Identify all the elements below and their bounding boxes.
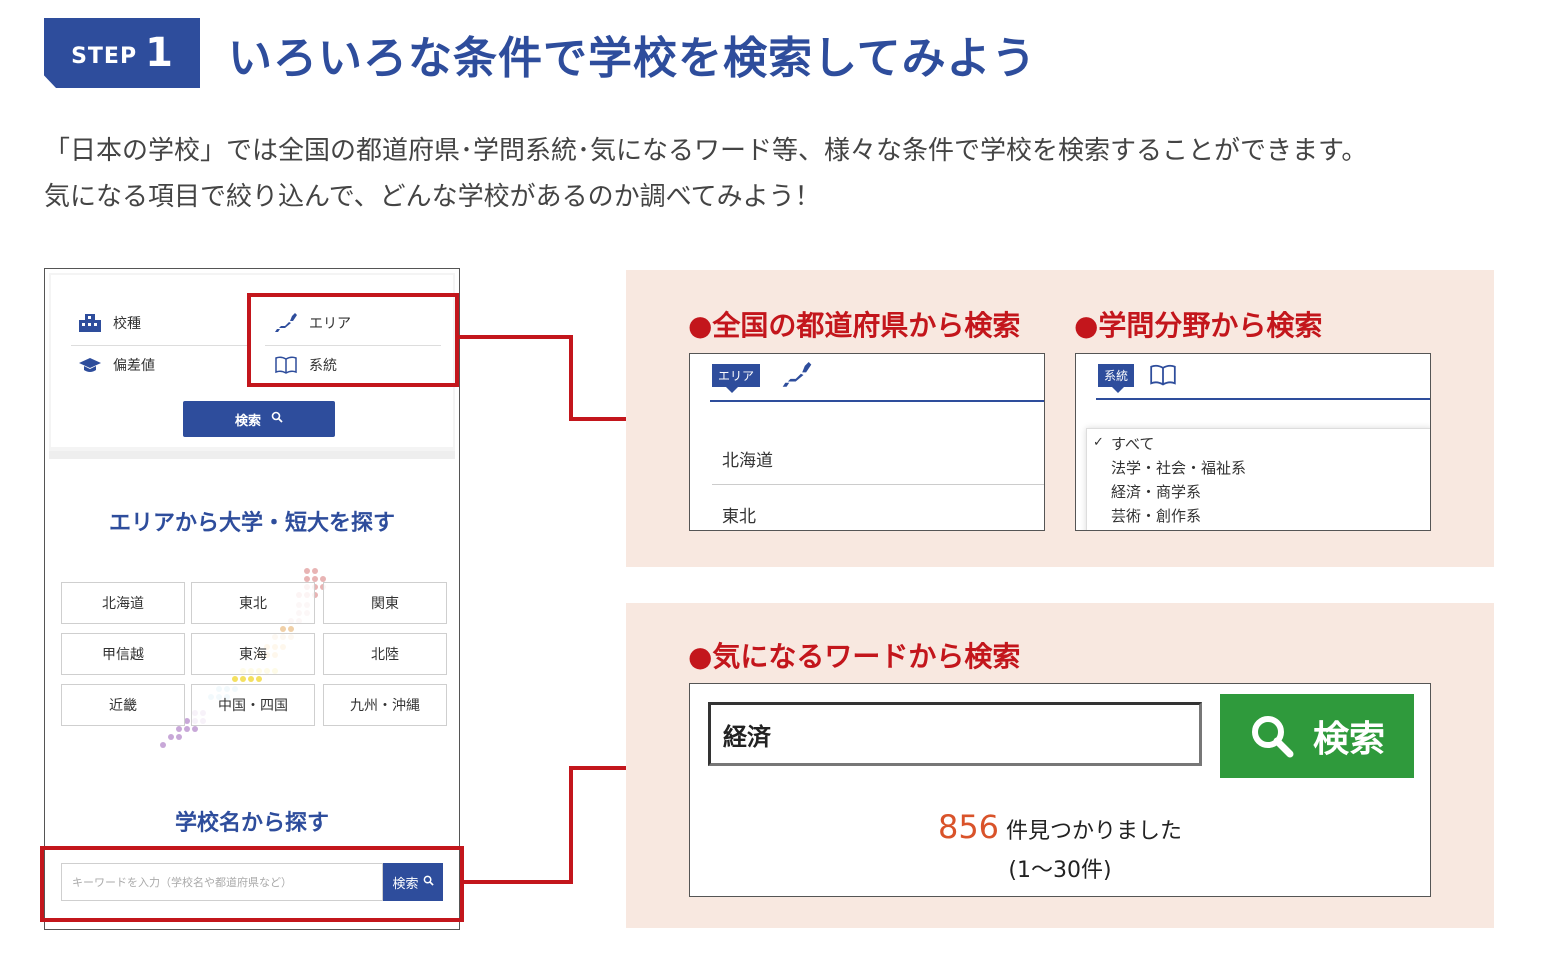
result-text: 件見つかりました bbox=[1006, 819, 1183, 844]
search-icon bbox=[271, 411, 283, 427]
field-option[interactable]: すべて bbox=[1111, 433, 1154, 454]
prefecture-search-title: ●全国の都道府県から検索 bbox=[688, 309, 1021, 342]
book-icon bbox=[1150, 364, 1176, 390]
region-button-koshinetsu[interactable]: 甲信越 bbox=[61, 633, 185, 675]
area-heading: エリアから大学・短大を探す bbox=[108, 510, 395, 536]
graduation-cap-icon bbox=[77, 354, 103, 376]
panel-prefecture-field: ●全国の都道府県から検索 ●学問分野から検索 エリア 北海道 東北 系統 ✓ す… bbox=[626, 270, 1494, 567]
prefecture-item-tohoku[interactable]: 東北 bbox=[722, 502, 756, 527]
highlight-keyword bbox=[40, 846, 464, 922]
page-title: いろいろな条件で学校を検索してみよう bbox=[228, 33, 1037, 84]
school-name-heading: 学校名から探す bbox=[174, 810, 329, 836]
field-select-box: 系統 ✓ すべて 法学・社会・福祉系 経済・商学系 芸術・創作系 bbox=[1075, 353, 1431, 531]
result-count: 856 bbox=[937, 808, 1000, 846]
category-school-type[interactable]: 校種 bbox=[77, 303, 141, 343]
category-search-button[interactable]: 検索 bbox=[183, 401, 335, 437]
word-search-button[interactable]: 検索 bbox=[1220, 694, 1414, 778]
search-icon bbox=[1249, 713, 1295, 759]
step-number: 1 bbox=[145, 30, 173, 76]
word-search-box: 経済 検索 856 件見つかりました (1〜30件) bbox=[689, 683, 1431, 897]
step-badge: STEP 1 bbox=[44, 18, 200, 88]
panel-word-search: ●気になるワードから検索 経済 検索 856 件見つかりました (1〜30件) bbox=[626, 603, 1494, 928]
prefecture-item-hokkaido[interactable]: 北海道 bbox=[722, 446, 773, 471]
region-button-tohoku[interactable]: 東北 bbox=[191, 582, 315, 624]
result-summary: 856 件見つかりました bbox=[690, 808, 1430, 846]
intro-line-2: 気になる項目で絞り込んで、どんな学校があるのか調べてみよう！ bbox=[44, 182, 821, 212]
word-search-title: ●気になるワードから検索 bbox=[688, 640, 1021, 673]
field-option[interactable]: 経済・商学系 bbox=[1111, 481, 1201, 502]
field-option[interactable]: 芸術・創作系 bbox=[1111, 505, 1201, 526]
region-button-kinki[interactable]: 近畿 bbox=[61, 684, 185, 726]
field-dropdown-list[interactable]: ✓ すべて 法学・社会・福祉系 経済・商学系 芸術・創作系 bbox=[1086, 428, 1430, 530]
checkmark-icon: ✓ bbox=[1093, 435, 1104, 450]
japan-map-icon bbox=[782, 362, 812, 392]
region-button-kyushu-okinawa[interactable]: 九州・沖縄 bbox=[323, 684, 447, 726]
region-button-tokai[interactable]: 東海 bbox=[191, 633, 315, 675]
region-button-chugoku-shikoku[interactable]: 中国・四国 bbox=[191, 684, 315, 726]
category-label: 偏差値 bbox=[113, 358, 155, 374]
region-button-kanto[interactable]: 関東 bbox=[323, 582, 447, 624]
field-search-title: ●学問分野から検索 bbox=[1074, 309, 1323, 342]
category-label: 校種 bbox=[113, 316, 141, 332]
area-select-box: エリア 北海道 東北 bbox=[689, 353, 1045, 531]
field-option[interactable]: 法学・社会・福祉系 bbox=[1111, 457, 1246, 478]
word-search-input[interactable]: 経済 bbox=[708, 702, 1202, 766]
intro-text: 「日本の学校」では全国の都道府県･学問系統･気になるワード等、様々な条件で学校を… bbox=[44, 128, 1524, 220]
result-range: (1〜30件) bbox=[1008, 858, 1112, 883]
building-icon bbox=[77, 312, 103, 334]
highlight-area-field bbox=[247, 293, 459, 387]
intro-line-1: 「日本の学校」では全国の都道府県･学問系統･気になるワード等、様々な条件で学校を… bbox=[44, 136, 1368, 166]
area-tag: エリア bbox=[712, 364, 761, 393]
category-deviation[interactable]: 偏差値 bbox=[77, 345, 155, 385]
step-word: STEP bbox=[71, 43, 138, 69]
region-button-hokuriku[interactable]: 北陸 bbox=[323, 633, 447, 675]
field-tag: 系統 bbox=[1098, 364, 1135, 393]
region-button-hokkaido[interactable]: 北海道 bbox=[61, 582, 185, 624]
